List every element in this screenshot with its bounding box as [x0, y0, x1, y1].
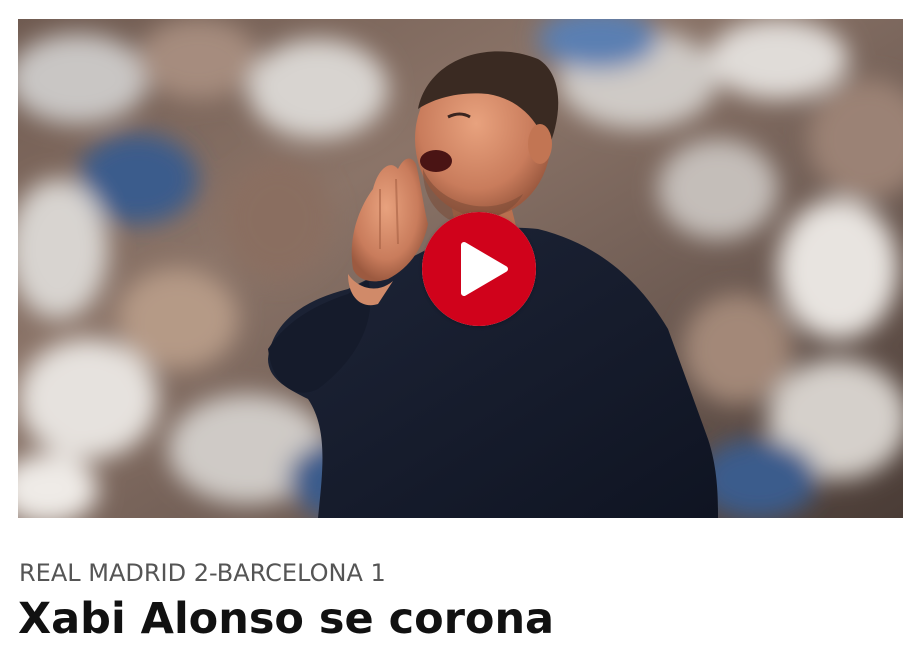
article-card[interactable]: REAL MADRID 2-BARCELONA 1 Xabi Alonso se…	[0, 0, 913, 649]
play-button[interactable]	[422, 212, 536, 326]
article-headline[interactable]: Xabi Alonso se corona	[18, 591, 554, 647]
play-icon	[422, 212, 536, 326]
video-thumbnail[interactable]	[18, 19, 903, 518]
article-kicker[interactable]: REAL MADRID 2-BARCELONA 1	[19, 557, 386, 589]
